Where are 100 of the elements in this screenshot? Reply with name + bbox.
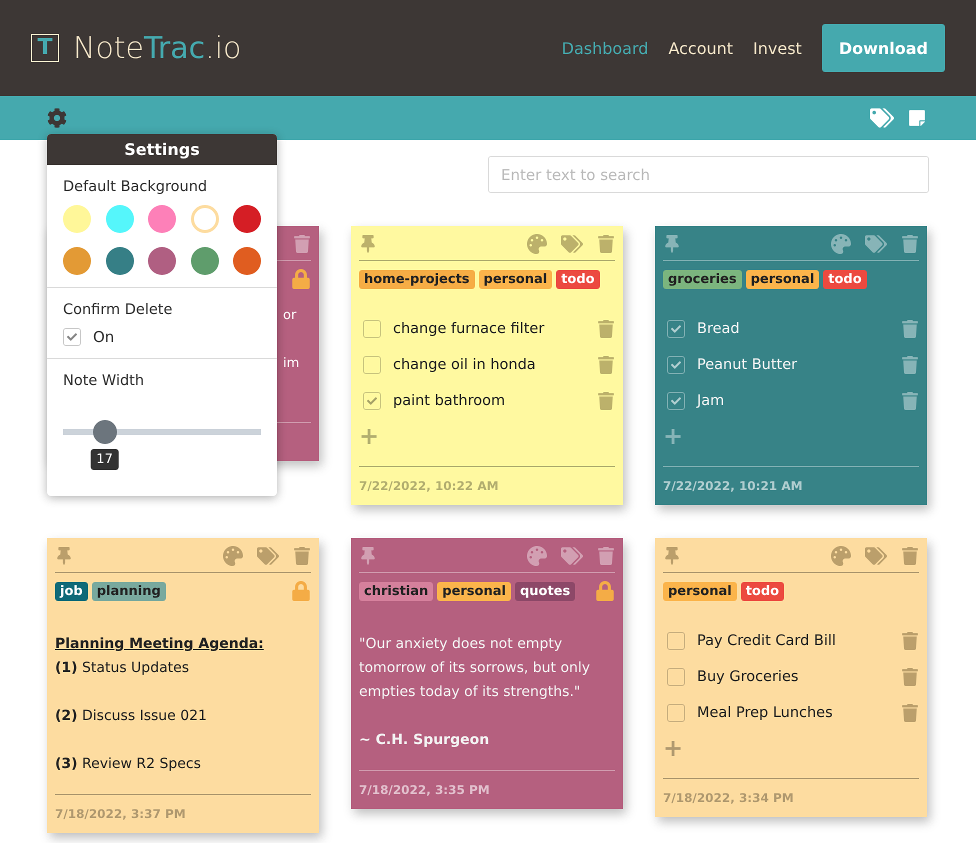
palette-icon[interactable]	[223, 546, 243, 566]
tag[interactable]: christian	[359, 582, 434, 600]
trash-icon[interactable]	[901, 547, 919, 565]
section-label: Default Background	[63, 179, 208, 195]
nav-link[interactable]: Dashboard	[562, 38, 648, 58]
trash-icon[interactable]	[597, 392, 615, 410]
note-date: 7/22/2022, 10:21 AM	[663, 479, 803, 493]
color-swatch[interactable]	[148, 205, 176, 233]
quote-author: ~ C.H. Spurgeon	[359, 731, 490, 750]
trash-icon[interactable]	[901, 392, 919, 410]
trash-icon[interactable]	[597, 356, 615, 374]
checkbox-label: On	[93, 328, 114, 346]
tag[interactable]: personal	[478, 270, 552, 288]
trash-icon[interactable]	[901, 356, 919, 374]
nav-link[interactable]: Invest	[753, 38, 802, 58]
checklist-item-text: change oil in honda	[393, 357, 537, 373]
note-text: (2) Discuss Issue 021	[55, 707, 208, 726]
checklist-item-text: Buy Groceries	[697, 669, 800, 685]
note-date: 7/22/2022, 10:22 AM	[359, 479, 499, 493]
pin-icon[interactable]	[663, 235, 681, 253]
tags-icon[interactable]	[870, 106, 894, 130]
color-swatch[interactable]	[190, 247, 218, 275]
trash-icon[interactable]	[597, 547, 615, 565]
color-swatch[interactable]	[233, 205, 261, 233]
trash-icon[interactable]	[901, 235, 919, 253]
note-date: 7/18/2022, 3:35 PM	[359, 783, 490, 797]
color-swatch[interactable]	[233, 247, 261, 275]
check-icon	[671, 324, 681, 334]
check-icon	[367, 396, 377, 406]
lock-icon[interactable]	[291, 269, 311, 289]
checkbox[interactable]	[667, 668, 685, 686]
tag[interactable]: personal	[746, 270, 820, 288]
trash-icon[interactable]	[901, 668, 919, 686]
checklist-item-text: paint bathroom	[393, 393, 506, 409]
color-swatch[interactable]	[190, 205, 218, 233]
lock-icon[interactable]	[595, 581, 615, 601]
logo-mark: T	[31, 34, 59, 62]
note-date: 7/18/2022, 3:37 PM	[55, 807, 186, 821]
tag[interactable]: groceries	[663, 270, 742, 288]
checkbox[interactable]	[363, 392, 381, 410]
trash-icon[interactable]	[901, 320, 919, 338]
tag[interactable]: personal	[663, 582, 737, 600]
lock-icon[interactable]	[291, 581, 311, 601]
tags-icon[interactable]	[561, 545, 583, 567]
checkbox[interactable]	[363, 320, 381, 338]
palette-icon[interactable]	[831, 546, 851, 566]
checklist-item-text: Jam	[697, 393, 726, 409]
checkbox[interactable]	[363, 356, 381, 374]
tags-icon[interactable]	[865, 545, 887, 567]
checkbox[interactable]	[667, 632, 685, 650]
tag[interactable]: job	[55, 582, 88, 600]
search-field[interactable]: Enter text to search	[488, 156, 929, 193]
note-date: 7/18/2022, 3:34 PM	[663, 791, 794, 805]
slider-thumb[interactable]	[92, 420, 117, 444]
checklist-item-text: Peanut Butter	[697, 357, 798, 373]
pin-icon[interactable]	[663, 547, 681, 565]
note-text: im	[283, 355, 300, 373]
checklist-item-text: Bread	[697, 321, 741, 337]
checklist-item-text: Meal Prep Lunches	[697, 705, 834, 721]
palette-icon[interactable]	[527, 234, 547, 254]
color-swatch[interactable]	[63, 247, 91, 275]
pin-icon[interactable]	[55, 547, 73, 565]
check-icon	[671, 360, 681, 370]
nav-link[interactable]: Account	[668, 38, 734, 58]
checklist-item-text: change furnace filter	[393, 321, 546, 337]
brand-name: NoteTrac.io	[73, 30, 242, 66]
slider-value: 17	[90, 449, 119, 470]
tag[interactable]: todo	[740, 582, 784, 600]
quote-text: "Our anxiety does not empty tomorrow of its sorrows, but only empties today of its strengths."	[359, 635, 592, 702]
trash-icon[interactable]	[597, 235, 615, 253]
tag[interactable]: home-projects	[359, 270, 475, 288]
tags-icon[interactable]	[257, 545, 279, 567]
pin-icon[interactable]	[359, 547, 377, 565]
tag[interactable]: personal	[437, 582, 511, 600]
palette-icon[interactable]	[831, 234, 851, 254]
trash-icon[interactable]	[293, 235, 311, 253]
color-swatch[interactable]	[106, 247, 134, 275]
tag[interactable]: planning	[92, 582, 166, 600]
pin-icon[interactable]	[359, 235, 377, 253]
trash-icon[interactable]	[293, 547, 311, 565]
note-heading: Planning Meeting Agenda:	[55, 635, 265, 654]
checkbox[interactable]	[63, 328, 81, 346]
palette-icon[interactable]	[527, 546, 547, 566]
tags-icon[interactable]	[865, 233, 887, 255]
note-text: (3) Review R2 Specs	[55, 755, 202, 774]
tag[interactable]: quotes	[514, 582, 576, 600]
new-note-icon[interactable]	[908, 109, 926, 127]
checkbox[interactable]	[667, 704, 685, 722]
tag[interactable]: todo	[556, 270, 600, 288]
trash-icon[interactable]	[901, 632, 919, 650]
color-swatch[interactable]	[148, 247, 176, 275]
tags-icon[interactable]	[561, 233, 583, 255]
check-icon	[671, 396, 681, 406]
trash-icon[interactable]	[901, 704, 919, 722]
settings-icon[interactable]	[47, 108, 67, 128]
color-swatch[interactable]	[106, 205, 134, 233]
panel-title: Settings	[47, 134, 277, 165]
tag[interactable]: todo	[823, 270, 867, 288]
trash-icon[interactable]	[597, 320, 615, 338]
color-swatch[interactable]	[63, 205, 91, 233]
